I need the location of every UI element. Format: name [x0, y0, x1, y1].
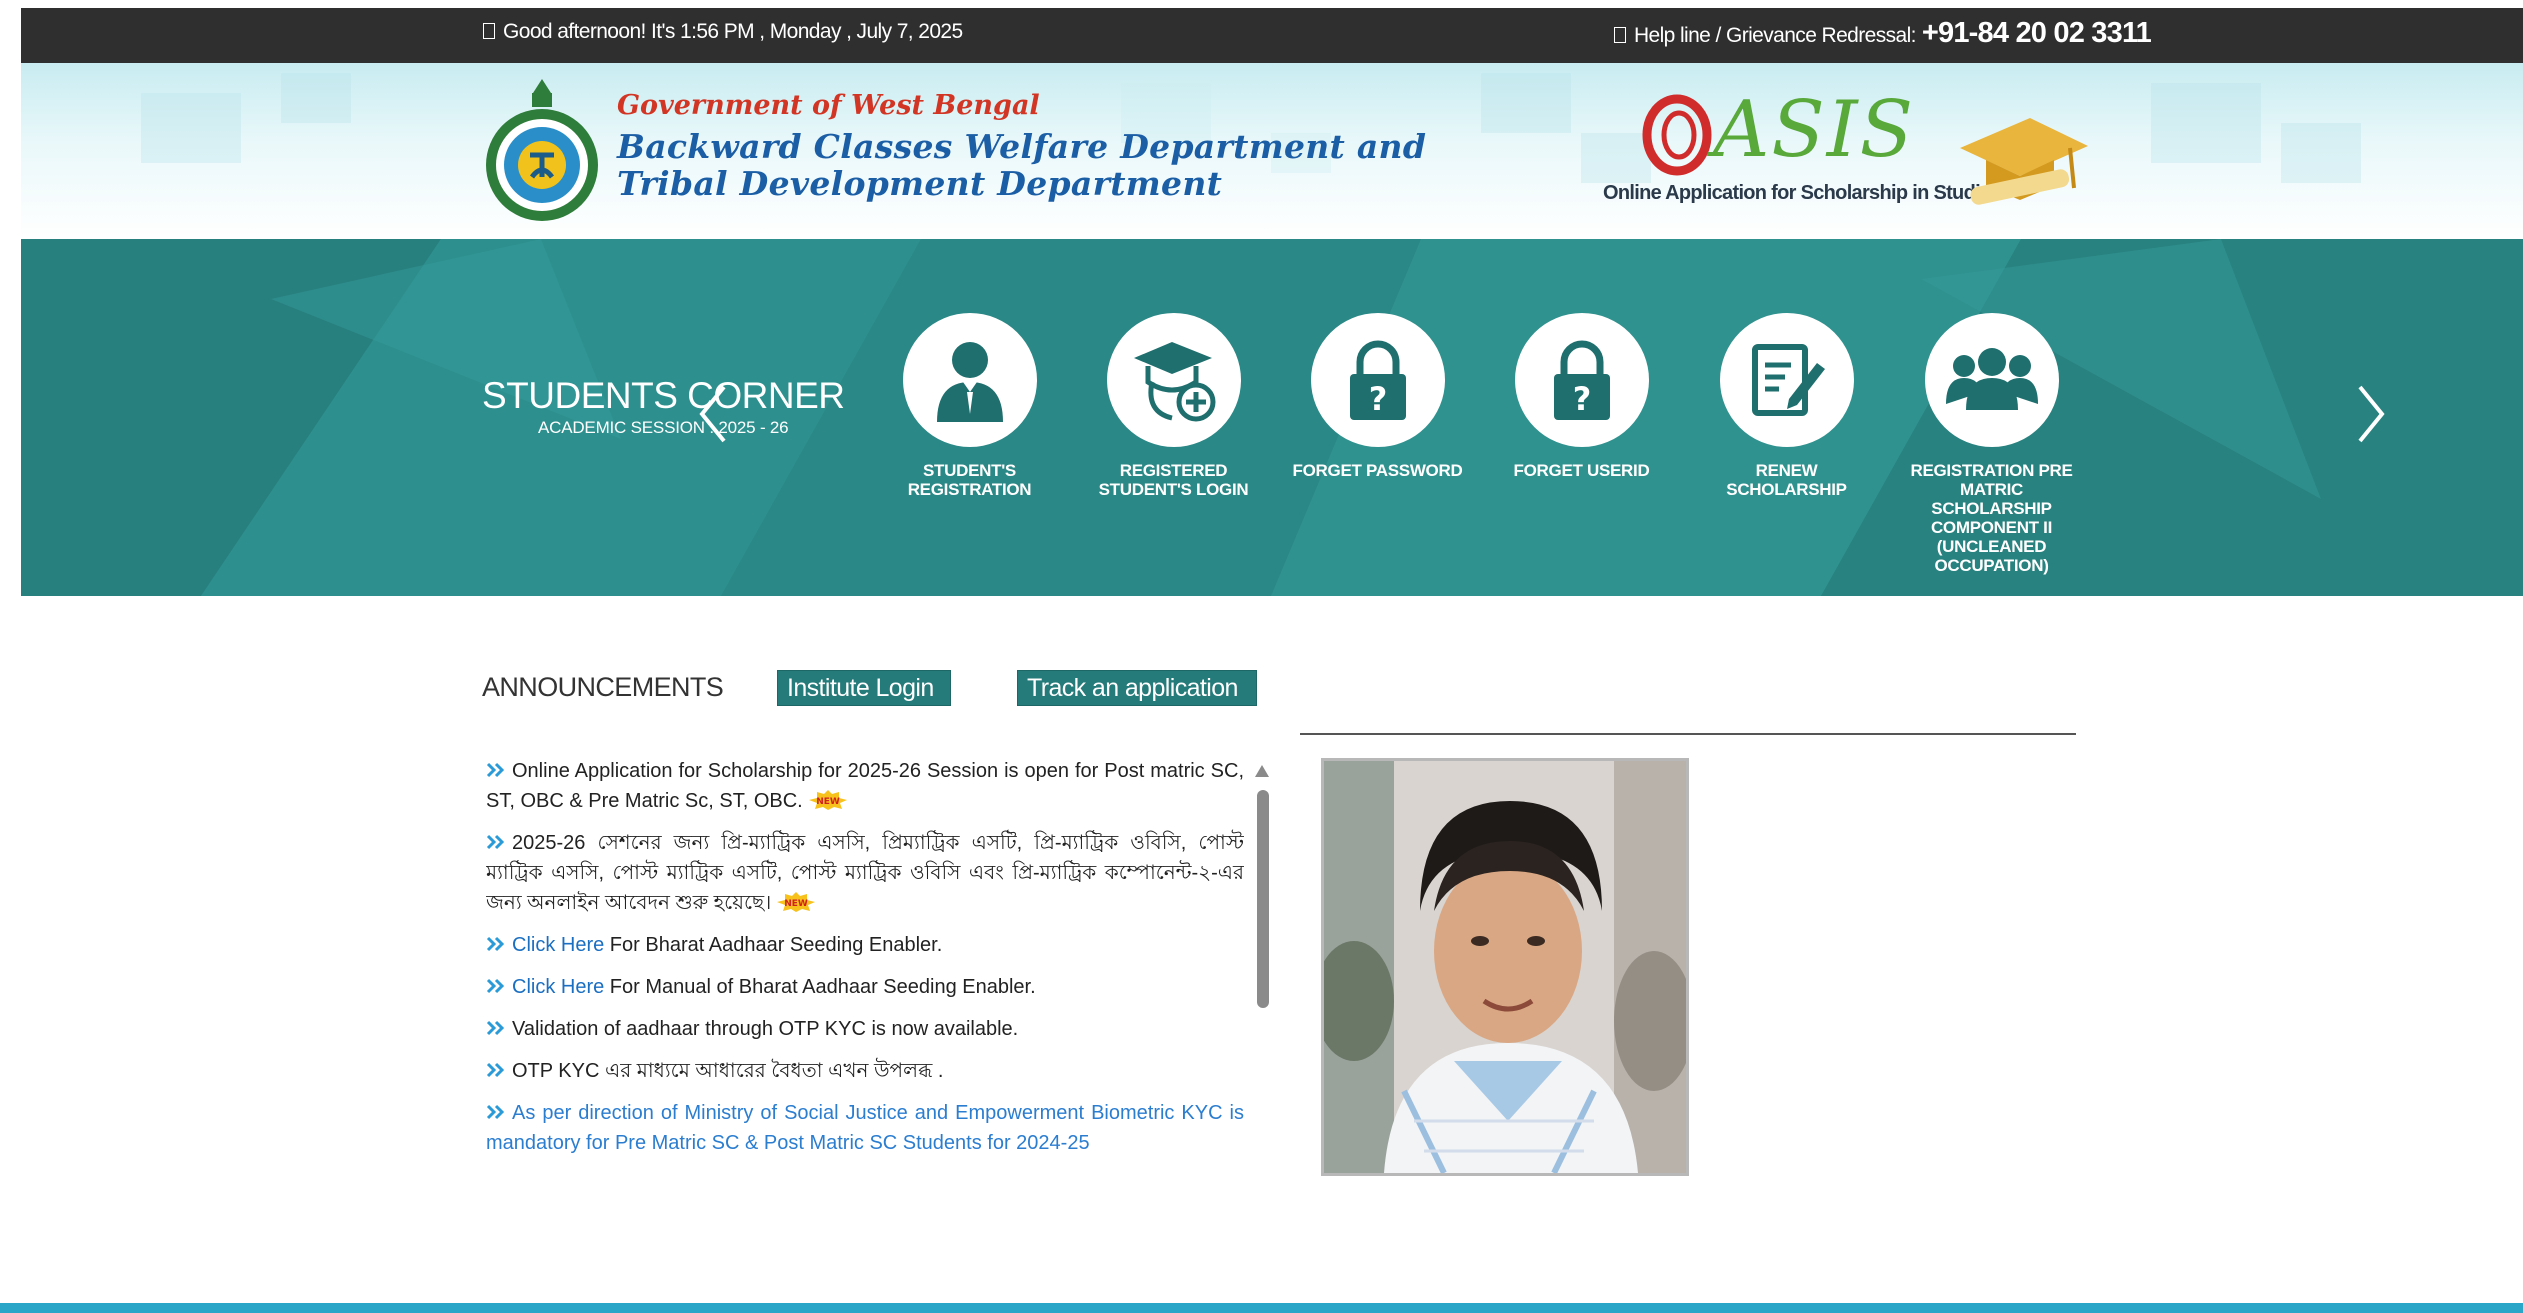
oasis-o-icon [1642, 94, 1712, 176]
tile-forget-password[interactable]: ? FORGET PASSWORD [1285, 313, 1470, 480]
west-bengal-emblem [486, 79, 598, 221]
helpline-number[interactable]: +91-84 20 02 3311 [1922, 17, 2152, 49]
students-corner-banner: STUDENTS CORNER ACADEMIC SESSION : 2025 … [21, 239, 2523, 596]
tile-label: STUDENT'S REGISTRATION [907, 461, 1032, 499]
helpline: Help line / Grievance Redressal: +91-84 2… [1613, 17, 2152, 50]
list-item: 2025-26 সেশনের জন্য প্রি-ম্যাট্রিক এসসি,… [486, 832, 1244, 914]
group-icon [1945, 348, 2038, 410]
lock-question-icon: ? [1349, 340, 1406, 420]
list-item: OTP KYC এর মাধ্যমে আধারের বৈধতা এখন উপলব… [486, 1056, 1244, 1086]
svg-text:?: ? [1368, 380, 1387, 418]
academic-session: ACADEMIC SESSION : 2025 - 26 [538, 418, 789, 437]
institute-login-button[interactable]: Institute Login [777, 670, 951, 706]
aadhaar-manual-link[interactable]: Click Here [512, 976, 604, 998]
double-chevron-icon [486, 834, 505, 850]
carousel-next-arrow[interactable] [2354, 379, 2388, 449]
double-chevron-icon [486, 1104, 505, 1120]
double-chevron-icon [486, 762, 505, 778]
tile-label: REGISTERED STUDENT'S LOGIN [1098, 461, 1249, 499]
carousel-prev-arrow[interactable] [696, 379, 730, 449]
clock-icon [483, 23, 495, 39]
footer-bar [0, 1303, 2523, 1313]
tile-label: FORGET PASSWORD [1292, 461, 1463, 480]
chief-minister-photo [1321, 758, 1689, 1176]
announcements-scrollbar[interactable] [1257, 790, 1269, 1008]
oasis-brand: ASIS Online Application for Scholarship … [1581, 83, 2101, 223]
greeting: Good afternoon! It's 1:56 PM , Monday , … [483, 20, 963, 44]
section-divider [1300, 733, 2076, 735]
tile-student-registration[interactable]: STUDENT'S REGISTRATION [877, 313, 1062, 499]
tile-label: FORGET USERID [1513, 461, 1650, 480]
track-application-button[interactable]: Track an application [1017, 670, 1257, 706]
double-chevron-icon [486, 1020, 505, 1036]
tile-forget-userid[interactable]: ? FORGET USERID [1489, 313, 1674, 480]
list-item: Online Application for Scholarship for 2… [486, 760, 1244, 812]
new-badge-text: NEW [784, 899, 808, 909]
list-item[interactable]: As per direction of Ministry of Social J… [486, 1098, 1244, 1158]
oasis-tagline: Online Application for Scholarship in St… [1603, 182, 2002, 204]
top-bar: Good afternoon! It's 1:56 PM , Monday , … [21, 8, 2523, 63]
tile-label: RENEW SCHOLARSHIP [1726, 461, 1847, 499]
banner-pattern [21, 239, 2523, 596]
list-item: Click Here For Bharat Aadhaar Seeding En… [486, 930, 1244, 960]
oasis-logo: ASIS [1713, 85, 1916, 175]
new-badge-icon: NEW [777, 892, 816, 912]
svg-text:?: ? [1572, 380, 1591, 418]
graduation-cap-icon [1960, 118, 2088, 205]
new-badge-icon: NEW [808, 790, 847, 810]
list-item: Click Here For Manual of Bharat Aadhaar … [486, 972, 1244, 1002]
tile-renew-scholarship[interactable]: RENEW SCHOLARSHIP [1694, 313, 1879, 499]
double-chevron-icon [486, 978, 505, 994]
graduate-add-icon [1133, 342, 1215, 422]
announcements-heading: ANNOUNCEMENTS [482, 672, 724, 702]
new-badge-text: NEW [816, 797, 840, 807]
announcements-list[interactable]: Online Application for Scholarship for 2… [486, 756, 1244, 1166]
tile-registered-student-login[interactable]: REGISTERED STUDENT'S LOGIN [1081, 313, 1266, 499]
dept-name-line1: Backward Classes Welfare Department and [617, 127, 1427, 166]
phone-icon [1613, 27, 1626, 43]
student-icon [936, 342, 1003, 422]
double-chevron-icon [486, 936, 505, 952]
lock-question-icon: ? [1553, 340, 1610, 420]
students-corner-title: STUDENTS CORNER [482, 375, 845, 416]
site-header: Government of West Bengal Backward Class… [21, 63, 2523, 239]
dept-name-line2: Tribal Development Department [617, 164, 1223, 203]
edit-document-icon [1751, 344, 1825, 416]
gov-title: Government of West Bengal [617, 90, 1040, 121]
scroll-up-arrow-icon[interactable] [1254, 764, 1270, 778]
tile-pre-matric-component-ii[interactable]: REGISTRATION PRE MATRIC SCHOLARSHIP COMP… [1899, 313, 2084, 575]
list-item: Validation of aadhaar through OTP KYC is… [486, 1014, 1244, 1044]
tile-label: REGISTRATION PRE MATRIC SCHOLARSHIP COMP… [1910, 461, 2073, 575]
aadhaar-seeding-link[interactable]: Click Here [512, 934, 604, 956]
portrait-image [1324, 761, 1686, 1173]
double-chevron-icon [486, 1062, 505, 1078]
